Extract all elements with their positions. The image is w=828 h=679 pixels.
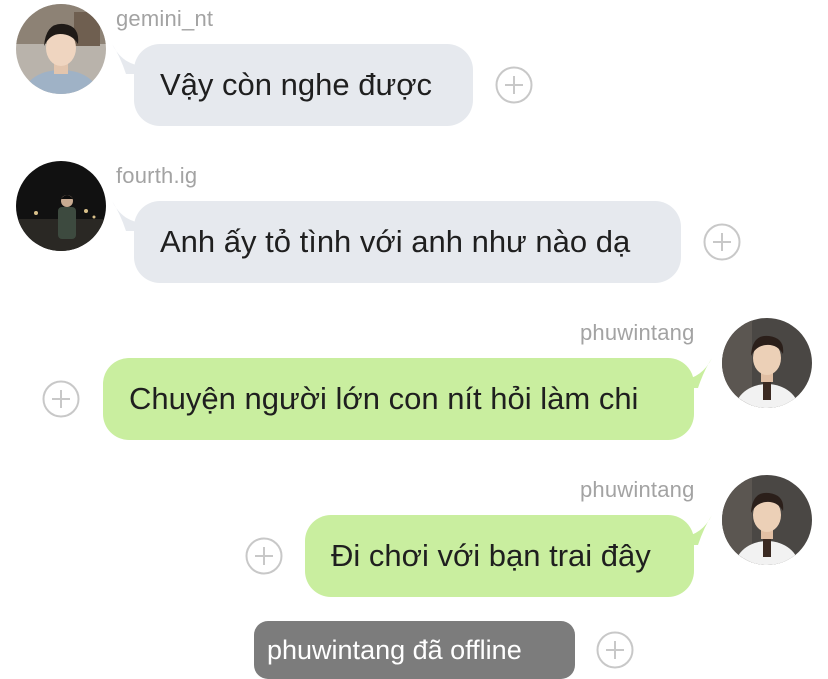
- message-bubble[interactable]: Đi chơi với bạn trai đây: [305, 515, 694, 597]
- avatar-phuwintang[interactable]: [722, 475, 812, 565]
- message-bubble[interactable]: Vậy còn nghe được: [134, 44, 473, 126]
- avatar-fourth-ig[interactable]: [16, 161, 106, 251]
- add-reaction-plus-icon[interactable]: [42, 380, 80, 418]
- sender-name: phuwintang: [580, 477, 695, 502]
- add-reaction-plus-icon[interactable]: [495, 66, 533, 104]
- system-status-badge: phuwintang đã offline: [254, 621, 575, 679]
- message-text: Đi chơi với bạn trai đây: [331, 538, 651, 573]
- message-text: Vậy còn nghe được: [160, 67, 433, 102]
- avatar-gemini-nt[interactable]: [16, 4, 106, 94]
- message-text: Chuyện người lớn con nít hỏi làm chi: [129, 381, 639, 416]
- message-bubble[interactable]: Anh ấy tỏ tình với anh như nào dạ: [134, 201, 681, 283]
- add-reaction-plus-icon[interactable]: [596, 631, 634, 669]
- message-bubble[interactable]: Chuyện người lớn con nít hỏi làm chi: [103, 358, 694, 440]
- message-text: Anh ấy tỏ tình với anh như nào dạ: [160, 224, 631, 259]
- add-reaction-plus-icon[interactable]: [245, 537, 283, 575]
- system-status-text: phuwintang đã offline: [267, 635, 522, 665]
- add-reaction-plus-icon[interactable]: [703, 223, 741, 261]
- sender-name: gemini_nt: [116, 6, 214, 31]
- sender-name: phuwintang: [580, 320, 695, 345]
- sender-name: fourth.ig: [116, 163, 198, 188]
- avatar-phuwintang[interactable]: [722, 318, 812, 408]
